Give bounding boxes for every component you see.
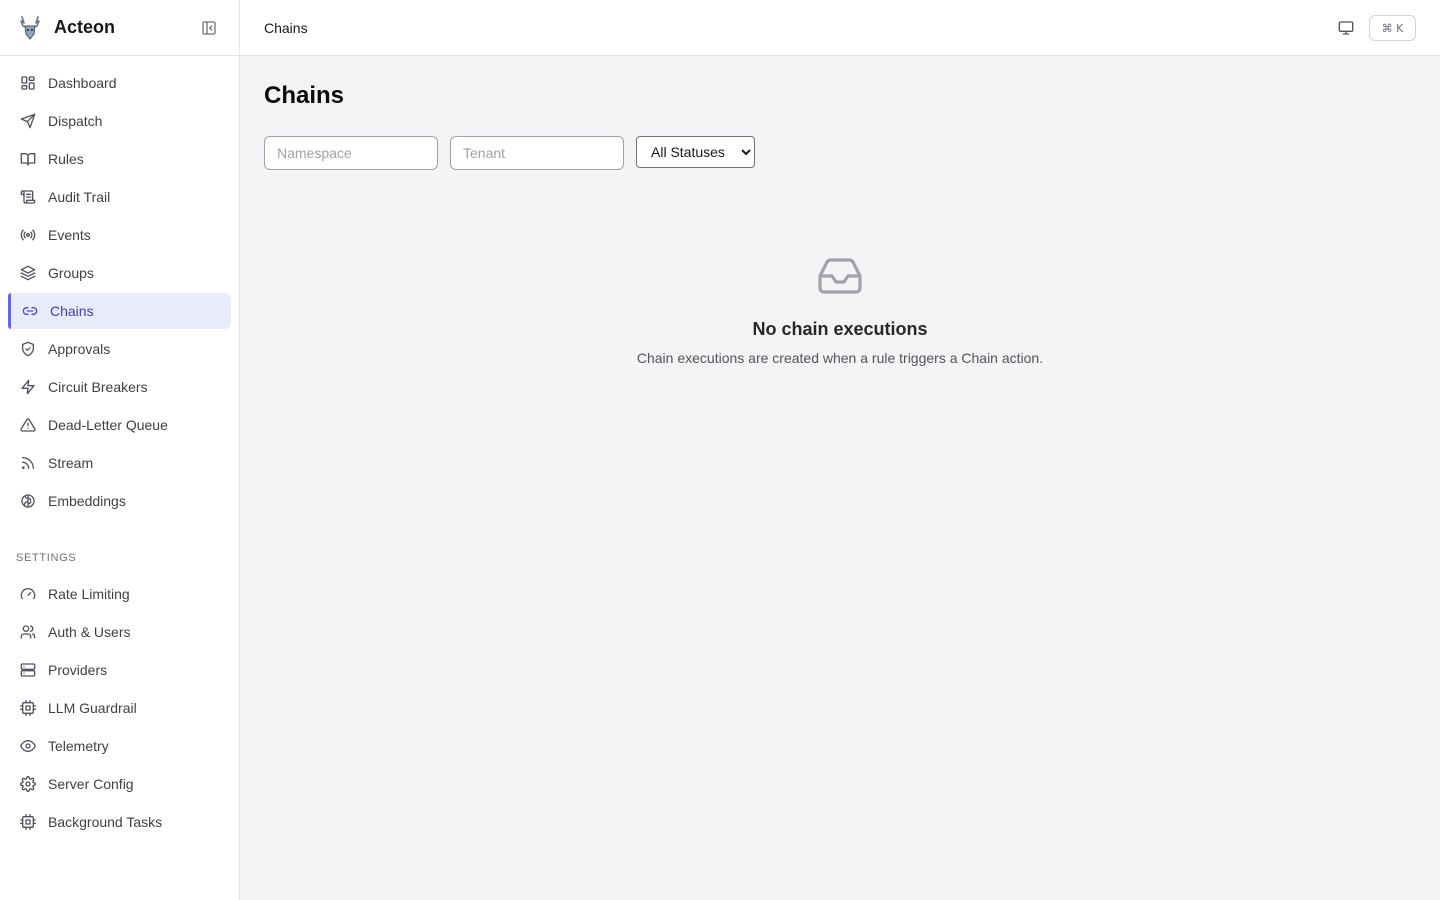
sidebar-item-rules[interactable]: Rules [8,141,231,177]
sidebar-item-dispatch[interactable]: Dispatch [8,103,231,139]
cpu-icon [20,814,36,830]
sidebar-item-circuit-breakers[interactable]: Circuit Breakers [8,369,231,405]
sidebar-item-groups[interactable]: Groups [8,255,231,291]
gauge-icon [20,586,36,602]
link-icon [22,303,38,319]
sidebar-item-rate-limiting[interactable]: Rate Limiting [8,576,231,612]
monitor-icon[interactable] [1338,20,1354,36]
sidebar-nav: Dashboard Dispatch Rules Audit Trail Eve… [0,56,239,840]
zap-icon [20,379,36,395]
empty-state-title: No chain executions [752,319,928,339]
sidebar-item-label: LLM Guardrail [48,700,137,716]
sidebar-item-label: Background Tasks [48,814,163,830]
breadcrumb: Chains [264,19,308,36]
sidebar-item-audit-trail[interactable]: Audit Trail [8,179,231,215]
logo-icon[interactable] [16,14,44,42]
empty-state-description: Chain executions are created when a rule… [636,350,1044,366]
sidebar-item-label: Groups [48,265,94,281]
sidebar-item-background-tasks[interactable]: Background Tasks [8,804,231,840]
sidebar-item-label: Rate Limiting [48,586,130,602]
sidebar-item-stream[interactable]: Stream [8,445,231,481]
brain-icon [20,493,36,509]
sidebar-item-label: Embeddings [48,493,126,509]
command-palette-shortcut[interactable]: ⌘ K [1369,15,1416,41]
users-icon [20,624,36,640]
sidebar-item-label: Providers [48,662,108,678]
main-content: Chains All Statuses No chain executions … [240,56,1440,900]
sidebar-item-dead-letter-queue[interactable]: Dead-Letter Queue [8,407,231,443]
sidebar-item-events[interactable]: Events [8,217,231,253]
radio-icon [20,227,36,243]
send-icon [20,113,36,129]
topbar: Chains ⌘ K [240,0,1440,56]
eye-icon [20,738,36,754]
sidebar-collapse-icon[interactable] [201,20,217,36]
sidebar-item-label: Rules [48,151,84,167]
alert-triangle-icon [20,417,36,433]
layers-icon [20,265,36,281]
scroll-icon [20,189,36,205]
sidebar-item-providers[interactable]: Providers [8,652,231,688]
settings-section-title: SETTINGS [16,552,77,564]
sidebar-item-label: Dead-Letter Queue [48,417,168,433]
sidebar-item-label: Circuit Breakers [48,379,148,395]
sidebar-item-llm-guardrail[interactable]: LLM Guardrail [8,690,231,726]
filter-bar: All Statuses [264,136,1416,170]
tenant-input[interactable] [450,136,624,170]
book-icon [20,151,36,167]
sidebar-item-label: Events [48,227,91,243]
page-title: Chains [264,82,345,109]
brand: Acteon [0,0,239,56]
settings-icon [20,776,36,792]
shield-check-icon [20,341,36,357]
sidebar-item-label: Dashboard [48,75,117,91]
empty-state: No chain executions Chain executions are… [240,252,1440,366]
sidebar-item-label: Auth & Users [48,624,131,640]
inbox-icon [816,252,864,300]
sidebar-item-chains[interactable]: Chains [8,293,231,329]
namespace-input[interactable] [264,136,438,170]
sidebar-item-label: Audit Trail [48,189,111,205]
sidebar-item-label: Server Config [48,776,134,792]
sidebar: Acteon Dashboard Dispatch Rules Audit Tr… [0,0,240,900]
sidebar-item-label: Telemetry [48,738,109,754]
app-name: Acteon [54,17,116,37]
sidebar-item-label: Approvals [48,341,111,357]
sidebar-item-dashboard[interactable]: Dashboard [8,65,231,101]
rss-icon [20,455,36,471]
sidebar-item-auth-users[interactable]: Auth & Users [8,614,231,650]
sidebar-item-approvals[interactable]: Approvals [8,331,231,367]
sidebar-item-label: Dispatch [48,113,103,129]
status-select[interactable]: All Statuses [636,136,755,168]
sidebar-item-label: Stream [48,455,94,471]
sidebar-item-telemetry[interactable]: Telemetry [8,728,231,764]
server-icon [20,662,36,678]
sidebar-item-embeddings[interactable]: Embeddings [8,483,231,519]
cpu-icon [20,700,36,716]
sidebar-item-server-config[interactable]: Server Config [8,766,231,802]
sidebar-item-label: Chains [50,303,94,319]
dashboard-icon [20,75,36,91]
